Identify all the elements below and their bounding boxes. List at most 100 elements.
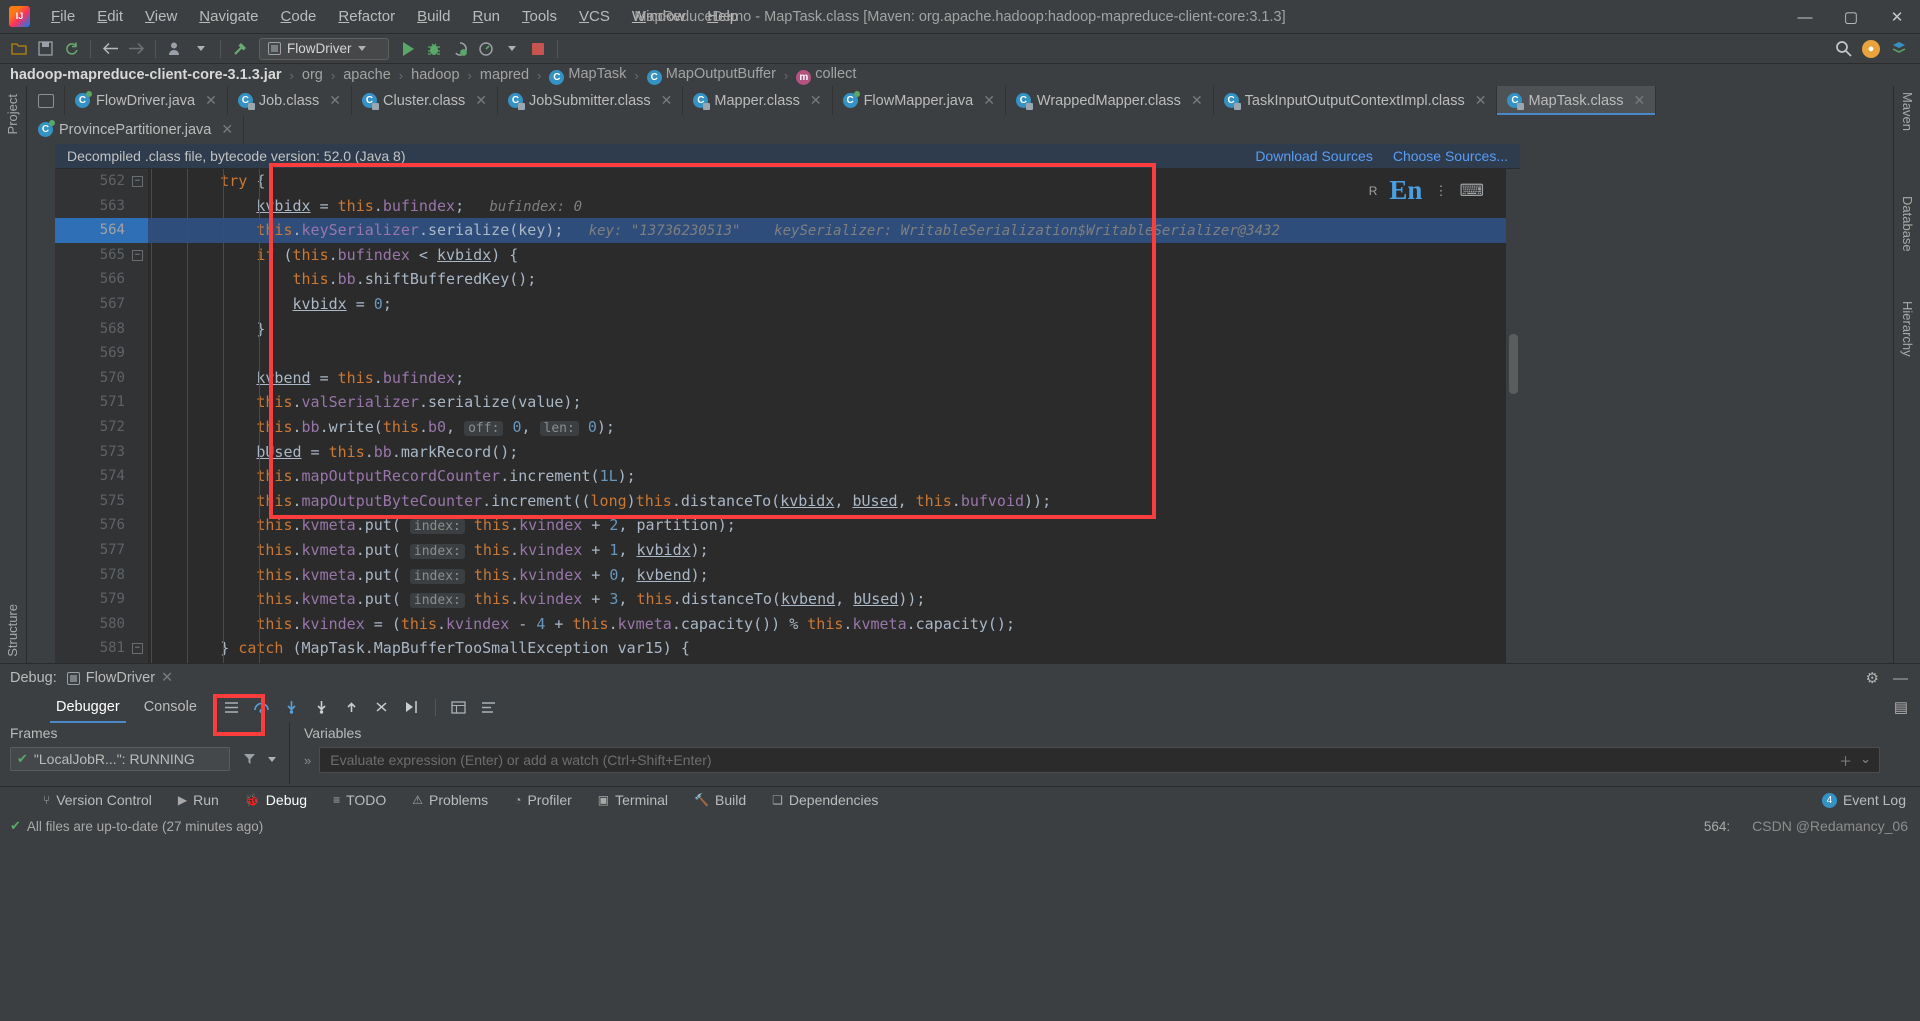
close-icon[interactable]: ✕ bbox=[161, 670, 173, 686]
tab-debugger[interactable]: Debugger bbox=[44, 695, 132, 723]
debug-icon[interactable] bbox=[421, 37, 447, 61]
code-line[interactable]: this.kvmeta.put( index: this.kvindex + 0… bbox=[148, 563, 1520, 588]
breadcrumb-item-hadoop[interactable]: hadoop bbox=[411, 67, 459, 83]
build-hammer-icon[interactable] bbox=[227, 37, 253, 61]
gear-icon[interactable]: ⚙ bbox=[1866, 669, 1879, 687]
step-out-icon[interactable] bbox=[339, 695, 365, 719]
minimize-icon[interactable]: — bbox=[1893, 670, 1908, 687]
editor-tab-flowmapper-java[interactable]: C FlowMapper.java ✕ bbox=[832, 86, 1006, 115]
editor-tab-mapper-class[interactable]: C Mapper.class ✕ bbox=[683, 86, 833, 115]
run-icon[interactable] bbox=[395, 37, 421, 61]
layout-icon[interactable]: ▤ bbox=[1894, 698, 1908, 716]
editor-tab-flowdriver-java[interactable]: C FlowDriver.java ✕ bbox=[65, 86, 228, 115]
ime-dots-icon[interactable]: ⋮ bbox=[1434, 183, 1447, 199]
code-fold-marker[interactable]: − bbox=[132, 176, 143, 187]
menu-item-help[interactable]: Help bbox=[696, 4, 749, 29]
code-line[interactable]: try { bbox=[148, 169, 1520, 194]
menu-item-build[interactable]: Build bbox=[406, 4, 461, 29]
chevron-down-icon-eval[interactable]: ⌄ bbox=[1860, 751, 1871, 770]
code-line[interactable] bbox=[148, 341, 1520, 366]
bottom-tab-terminal[interactable]: ▣ Terminal bbox=[585, 789, 681, 811]
editor-tab-taskinputoutputcontextimpl-class[interactable]: C TaskInputOutputContextImpl.class ✕ bbox=[1213, 86, 1498, 115]
sync-icon[interactable] bbox=[58, 37, 84, 61]
code-line[interactable]: this.kvmeta.put( index: this.kvindex + 2… bbox=[148, 513, 1520, 538]
step-into-icon[interactable] bbox=[279, 695, 305, 719]
download-sources-link[interactable]: Download Sources bbox=[1255, 148, 1373, 164]
plugin-icon[interactable] bbox=[1886, 37, 1912, 61]
editor-tab-jobsubmitter-class[interactable]: C JobSubmitter.class ✕ bbox=[497, 86, 684, 115]
save-icon[interactable] bbox=[32, 37, 58, 61]
coverage-icon[interactable] bbox=[447, 37, 473, 61]
caret-position[interactable]: 564: bbox=[1704, 819, 1730, 834]
debug-session-tab[interactable]: FlowDriver ✕ bbox=[66, 670, 173, 686]
editor-tab-job-class[interactable]: C Job.class ✕ bbox=[227, 86, 353, 115]
tool-window-project[interactable]: Project bbox=[5, 94, 20, 134]
forward-arrow-icon[interactable] bbox=[123, 37, 149, 61]
code-line[interactable]: this.kvmeta.put( index: this.kvindex + 1… bbox=[148, 538, 1520, 563]
close-icon[interactable]: ✕ bbox=[329, 92, 341, 109]
choose-sources-link[interactable]: Choose Sources... bbox=[1393, 148, 1508, 164]
code-line[interactable]: this.kvmeta.put( index: this.kvindex + 3… bbox=[148, 587, 1520, 612]
editor-scrollbar[interactable] bbox=[1506, 169, 1520, 663]
bottom-tab-version-control[interactable]: ⑂ Version Control bbox=[30, 789, 165, 811]
code-line[interactable]: kvbidx = this.bufindex; bufindex: 0 bbox=[148, 194, 1520, 219]
profiler-icon[interactable] bbox=[473, 37, 499, 61]
breadcrumb-item-maptask[interactable]: C MapTask bbox=[549, 66, 626, 85]
code-line[interactable]: bUsed = this.bb.markRecord(); bbox=[148, 440, 1520, 465]
menu-item-view[interactable]: View bbox=[134, 4, 188, 29]
tool-window-hierarchy[interactable]: Hierarchy bbox=[1900, 301, 1915, 357]
menu-item-vcs[interactable]: VCS bbox=[568, 4, 621, 29]
code-line[interactable]: this.bb.shiftBufferedKey(); bbox=[148, 267, 1520, 292]
back-arrow-icon[interactable] bbox=[97, 37, 123, 61]
close-icon[interactable]: ✕ bbox=[205, 92, 217, 109]
close-icon[interactable]: ✕ bbox=[221, 121, 233, 138]
evaluate-expression-input[interactable]: Evaluate expression (Enter) or add a wat… bbox=[319, 747, 1880, 773]
code-line[interactable]: kvbidx = 0; bbox=[148, 292, 1520, 317]
open-folder-icon[interactable] bbox=[6, 37, 32, 61]
breadcrumb-item-collect[interactable]: m collect bbox=[796, 66, 856, 85]
menu-item-refactor[interactable]: Refactor bbox=[327, 4, 406, 29]
code-line[interactable]: this.kvindex = (this.kvindex - 4 + this.… bbox=[148, 612, 1520, 637]
close-icon[interactable]: ✕ bbox=[810, 92, 822, 109]
code-line[interactable]: this.bb.write(this.b0, off: 0, len: 0); bbox=[148, 415, 1520, 440]
mute-breakpoints-icon[interactable] bbox=[476, 695, 502, 719]
run-to-cursor-icon[interactable] bbox=[399, 695, 425, 719]
bottom-tab-run[interactable]: ▶ Run bbox=[165, 789, 232, 811]
tool-window-database[interactable]: Database bbox=[1900, 196, 1915, 252]
code-line[interactable]: this.keySerializer.serialize(key); key: … bbox=[148, 218, 1520, 243]
thread-selector[interactable]: ✔ "LocalJobR...": RUNNING bbox=[10, 747, 230, 771]
scrollbar-thumb[interactable] bbox=[1509, 334, 1518, 394]
menu-item-code[interactable]: Code bbox=[270, 4, 328, 29]
code-line[interactable]: if (this.bufindex < kvbidx) { bbox=[148, 243, 1520, 268]
chevron-down-icon-2[interactable] bbox=[499, 37, 525, 61]
search-icon[interactable] bbox=[1830, 37, 1856, 61]
breadcrumb-item-org[interactable]: org bbox=[302, 67, 323, 83]
code-fold-marker[interactable]: − bbox=[132, 249, 143, 261]
event-log-button[interactable]: 4 Event Log bbox=[1821, 792, 1906, 808]
chevron-down-icon[interactable] bbox=[188, 37, 214, 61]
breadcrumb-item-mapred[interactable]: mapred bbox=[480, 67, 529, 83]
close-button[interactable]: ✕ bbox=[1874, 0, 1920, 34]
breadcrumb-item-hadoop-mapreduce-client-core-3-1-3-jar[interactable]: hadoop-mapreduce-client-core-3.1.3.jar bbox=[10, 67, 282, 83]
run-configuration-selector[interactable]: FlowDriver bbox=[259, 37, 389, 60]
step-over-icon[interactable] bbox=[249, 695, 275, 719]
ime-keyboard-icon[interactable]: ⌨ bbox=[1459, 181, 1484, 201]
bottom-tab-dependencies[interactable]: ❏ Dependencies bbox=[759, 789, 891, 811]
bottom-tab-todo[interactable]: ≡ TODO bbox=[320, 789, 399, 811]
close-icon[interactable]: ✕ bbox=[661, 92, 673, 109]
tool-window-structure[interactable]: Structure bbox=[5, 604, 20, 657]
minimize-button[interactable]: — bbox=[1782, 0, 1828, 34]
code-line[interactable]: } bbox=[148, 317, 1520, 342]
menu-item-run[interactable]: Run bbox=[461, 4, 511, 29]
expand-arrow-icon[interactable]: » bbox=[304, 753, 311, 768]
editor-tab-maptask-class[interactable]: C MapTask.class ✕ bbox=[1497, 86, 1657, 115]
code-line[interactable]: this.mapOutputRecordCounter.increment(1L… bbox=[148, 464, 1520, 489]
filter-icon[interactable] bbox=[236, 747, 262, 771]
maximize-button[interactable]: ▢ bbox=[1828, 0, 1874, 34]
editor-tab-provincepartitioner-java[interactable]: C ProvincePartitioner.java ✕ bbox=[28, 115, 245, 144]
bottom-tab-problems[interactable]: ⚠ Problems bbox=[399, 789, 501, 811]
code-line[interactable]: this.mapOutputByteCounter.increment((lon… bbox=[148, 489, 1520, 514]
editor-split-icon[interactable] bbox=[28, 86, 65, 115]
close-icon[interactable]: ✕ bbox=[1634, 92, 1646, 109]
breadcrumb-item-apache[interactable]: apache bbox=[343, 67, 391, 83]
